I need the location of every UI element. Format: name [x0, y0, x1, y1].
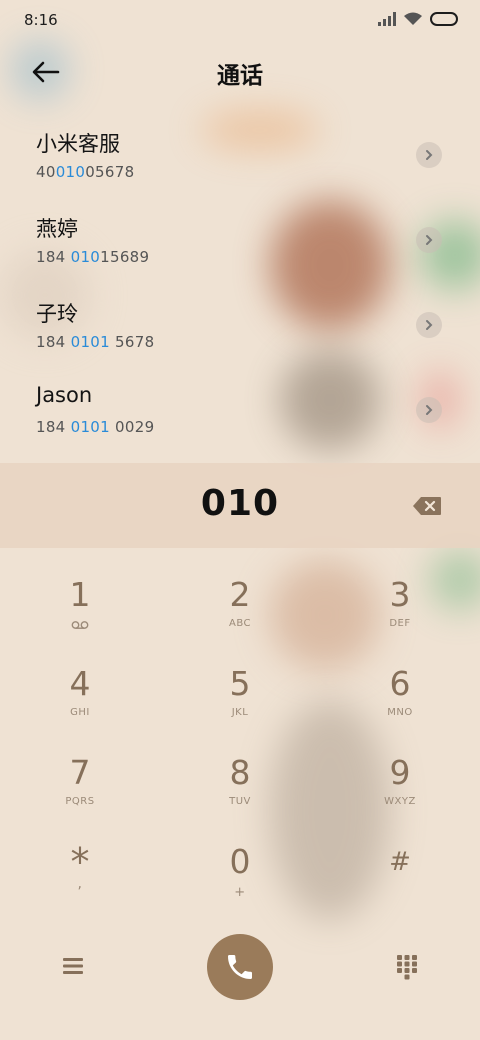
status-bar: 8:16 [0, 0, 480, 40]
key-letters: JKL [231, 707, 249, 718]
key-letters: GHI [70, 707, 90, 718]
chevron-right-icon [426, 235, 433, 245]
key-letters: WXYZ [384, 796, 416, 807]
key-letters: , [77, 876, 83, 892]
contact-number: 184 0101 5678 [36, 333, 155, 351]
key-letters: MNO [387, 707, 413, 718]
key-star[interactable]: * , [20, 842, 140, 922]
chevron-right-icon [426, 320, 433, 330]
phone-icon [228, 955, 252, 979]
contact-item[interactable]: Jason 184 0101 0029 [0, 375, 480, 460]
menu-button[interactable] [62, 956, 84, 976]
contact-item[interactable]: 燕婷 184 01015689 [0, 205, 480, 290]
key-digit: 3 [389, 575, 411, 614]
key-digit: 4 [69, 664, 91, 703]
key-digit: 9 [389, 753, 411, 792]
key-7[interactable]: 7 PQRS [20, 753, 140, 833]
key-digit: # [389, 847, 411, 877]
key-letters: PQRS [65, 796, 95, 807]
dial-input-bar: 010 [0, 463, 480, 548]
contact-name: Jason [36, 383, 93, 407]
key-digit: 0 [229, 842, 251, 881]
key-digit: 5 [229, 664, 251, 703]
battery-icon [430, 12, 458, 26]
key-digit: 8 [229, 753, 251, 792]
contact-results-list: 小米客服 4001005678 燕婷 184 01015689 子玲 184 0… [0, 120, 480, 460]
chevron-right-icon [426, 405, 433, 415]
key-digit: 6 [389, 664, 411, 703]
voicemail-icon [71, 621, 89, 629]
contact-detail-button[interactable] [416, 142, 442, 168]
status-time: 8:16 [24, 11, 58, 29]
backspace-icon [413, 497, 441, 515]
key-hash[interactable]: # [340, 842, 460, 922]
menu-icon [63, 958, 83, 974]
contact-item[interactable]: 小米客服 4001005678 [0, 120, 480, 205]
key-5[interactable]: 5 JKL [180, 664, 300, 744]
key-digit: 1 [69, 575, 91, 614]
key-letters: DEF [389, 618, 411, 629]
key-0[interactable]: 0 + [180, 842, 300, 922]
key-6[interactable]: 6 MNO [340, 664, 460, 744]
key-digit: 7 [69, 753, 91, 792]
dialpad-icon [397, 955, 417, 980]
contact-number: 4001005678 [36, 163, 135, 181]
key-3[interactable]: 3 DEF [340, 575, 460, 655]
contact-name: 小米客服 [36, 132, 120, 156]
key-letters: + [234, 885, 246, 900]
key-8[interactable]: 8 TUV [180, 753, 300, 833]
contact-name: 子玲 [36, 302, 78, 326]
delete-button[interactable] [412, 496, 442, 516]
contact-number: 184 0101 0029 [36, 418, 155, 436]
dialed-number[interactable]: 010 [0, 483, 480, 524]
key-1[interactable]: 1 [20, 575, 140, 655]
wifi-icon [404, 12, 422, 25]
page-title: 通话 [217, 63, 263, 89]
signal-icon [378, 12, 396, 26]
bottom-actions [0, 930, 480, 1010]
key-9[interactable]: 9 WXYZ [340, 753, 460, 833]
key-4[interactable]: 4 GHI [20, 664, 140, 744]
key-digit: 2 [229, 575, 251, 614]
key-letters: ABC [228, 618, 251, 629]
status-icons [378, 12, 458, 26]
chevron-right-icon [426, 150, 433, 160]
contact-detail-button[interactable] [416, 397, 442, 423]
call-button[interactable] [207, 934, 273, 1000]
dialpad-toggle-button[interactable] [396, 954, 418, 980]
contact-detail-button[interactable] [416, 312, 442, 338]
contact-item[interactable]: 子玲 184 0101 5678 [0, 290, 480, 375]
contact-detail-button[interactable] [416, 227, 442, 253]
contact-name: 燕婷 [36, 217, 78, 241]
header: 通话 [0, 40, 480, 104]
key-2[interactable]: 2 ABC [180, 575, 300, 655]
contact-number: 184 01015689 [36, 248, 150, 266]
key-letters: TUV [229, 796, 251, 807]
